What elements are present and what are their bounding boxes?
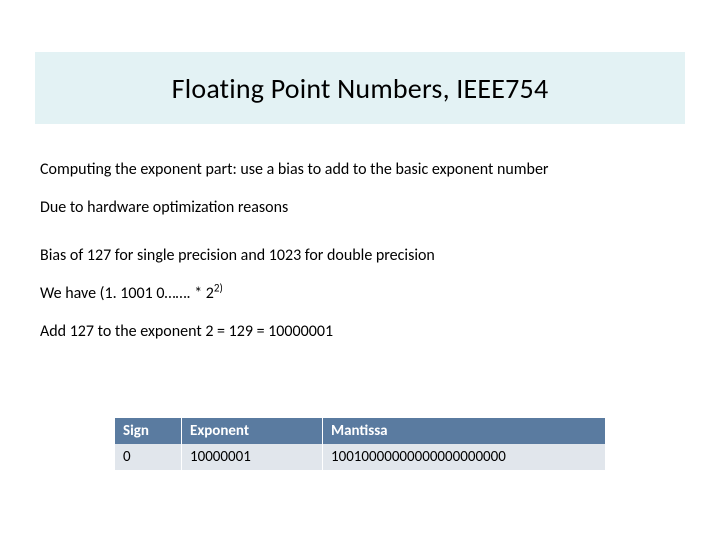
cell-exponent: 10000001 xyxy=(182,444,323,470)
line-hardware-reason: Due to hardware optimization reasons xyxy=(40,198,680,218)
line-we-have-text: We have (1. 1001 0……. * 2 xyxy=(40,284,214,303)
body-content: Computing the exponent part: use a bias … xyxy=(40,160,680,360)
table-row: 0 10000001 10010000000000000000000 xyxy=(115,444,606,470)
ieee754-table: Sign Exponent Mantissa 0 10000001 100100… xyxy=(115,418,606,470)
line-we-have: We have (1. 1001 0……. * 22) xyxy=(40,284,680,304)
line-add-127: Add 127 to the exponent 2 = 129 = 100000… xyxy=(40,322,680,342)
header-sign: Sign xyxy=(115,418,182,444)
line-bias-values: Bias of 127 for single precision and 102… xyxy=(40,246,680,266)
cell-mantissa: 10010000000000000000000 xyxy=(323,444,606,470)
header-mantissa: Mantissa xyxy=(323,418,606,444)
line-we-have-sup: 2) xyxy=(214,282,223,295)
line-exponent-bias: Computing the exponent part: use a bias … xyxy=(40,160,680,180)
title-band: Floating Point Numbers, IEEE754 xyxy=(35,52,685,124)
table-header-row: Sign Exponent Mantissa xyxy=(115,418,606,444)
header-exponent: Exponent xyxy=(182,418,323,444)
cell-sign: 0 xyxy=(115,444,182,470)
slide-title: Floating Point Numbers, IEEE754 xyxy=(172,71,549,106)
